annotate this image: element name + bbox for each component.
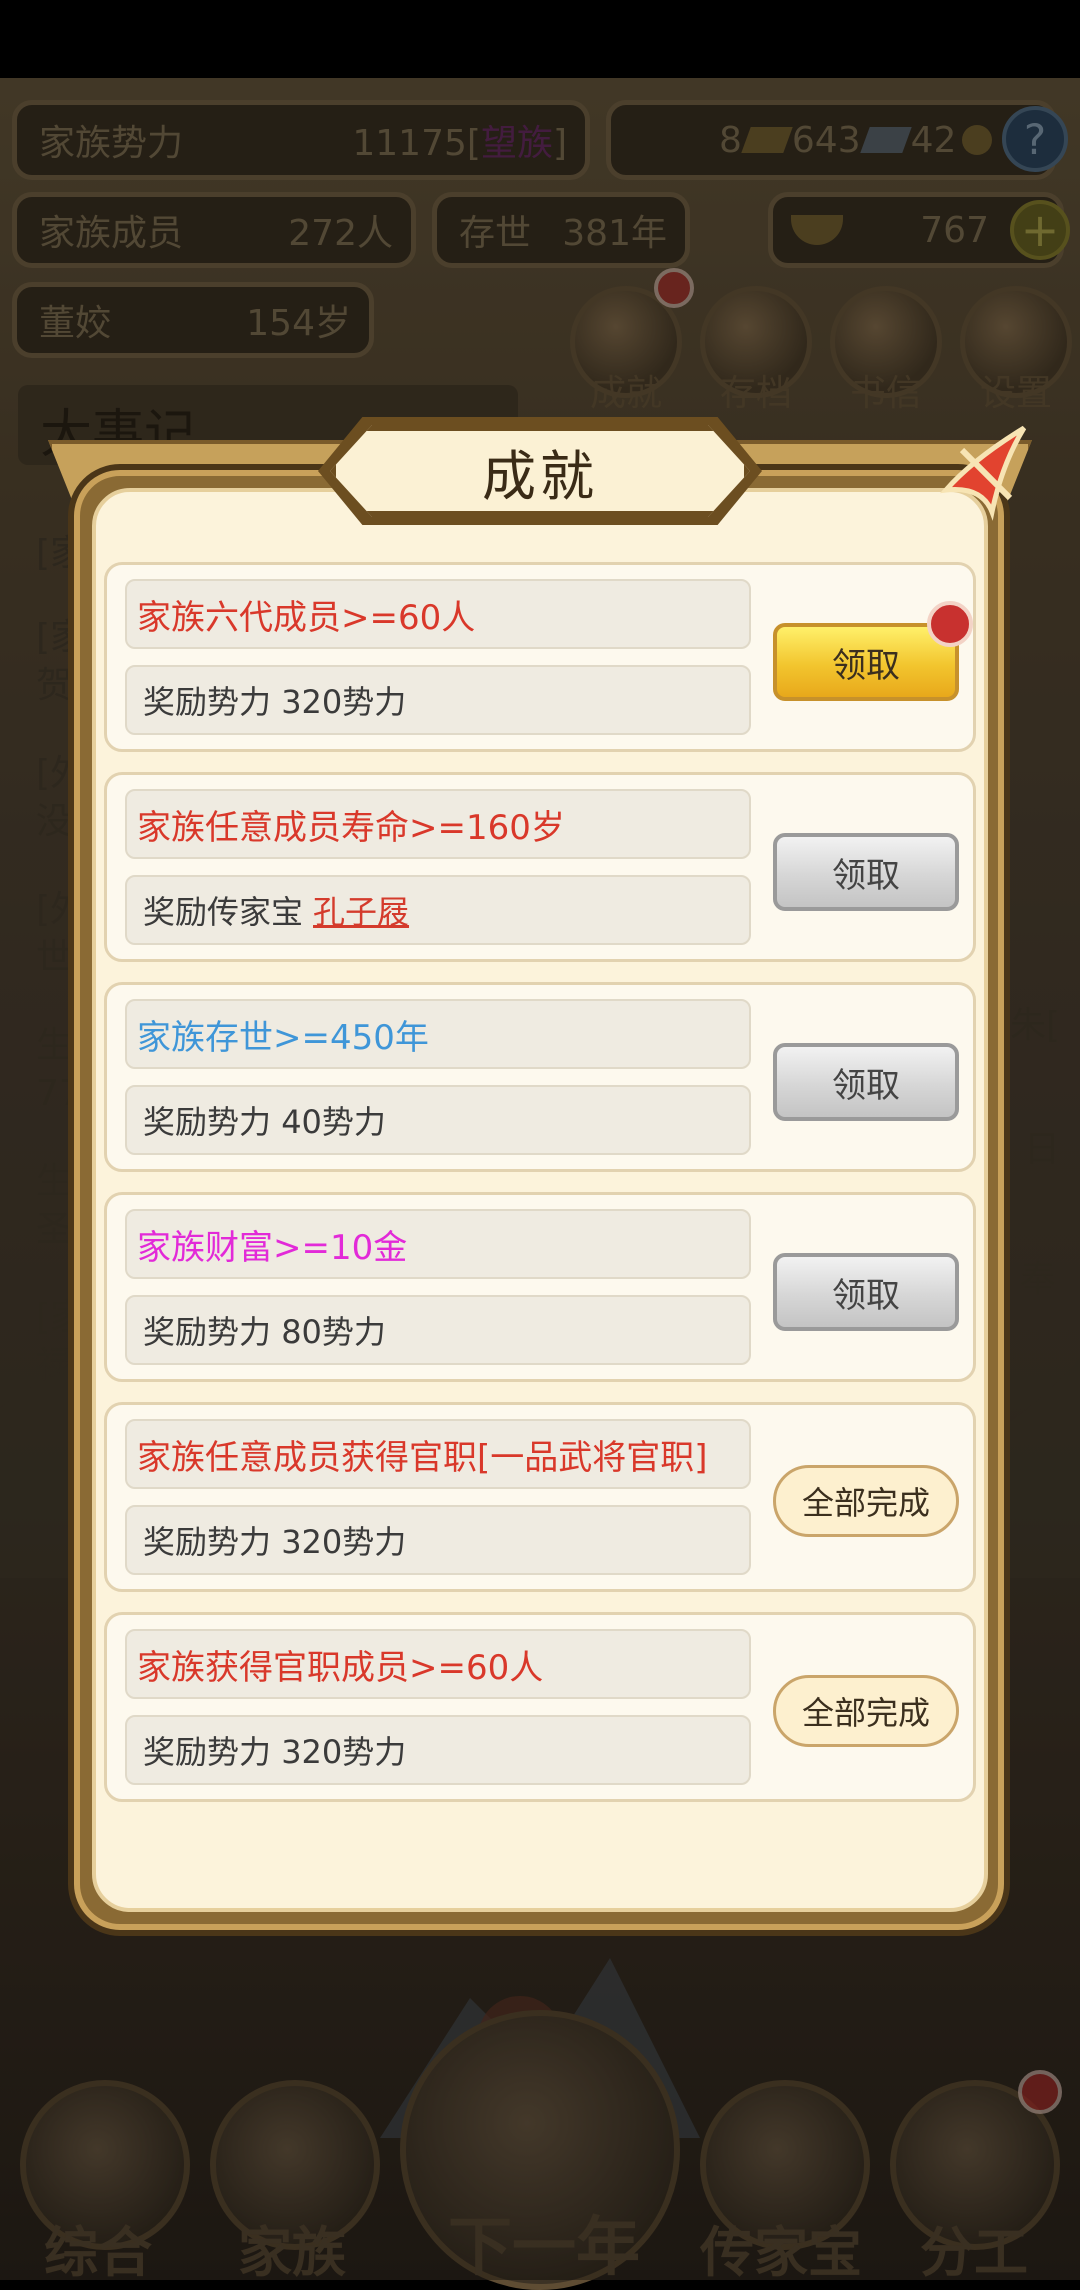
all-complete-badge: 全部完成	[773, 1675, 959, 1747]
all-complete-badge: 全部完成	[773, 1465, 959, 1537]
dialog-title-plate: 成就	[330, 425, 750, 517]
achievement-condition: 家族获得官职成员>=60人	[125, 1629, 751, 1699]
achievement-reward: 奖励势力 40势力	[125, 1085, 751, 1155]
close-button[interactable]	[932, 420, 1036, 524]
achievement-card: 家族六代成员>=60人 奖励势力 320势力 领取	[104, 562, 976, 752]
close-icon	[939, 425, 1027, 521]
reward-value: 320势力	[281, 1523, 407, 1561]
reward-prefix: 奖励势力	[143, 1313, 272, 1351]
achievement-card: 家族任意成员寿命>=160岁 奖励传家宝 孔子屐 领取	[104, 772, 976, 962]
claim-notification-dot	[927, 601, 973, 647]
heirloom-link[interactable]: 孔子屐	[313, 887, 409, 933]
reward-prefix: 奖励势力	[143, 683, 272, 721]
reward-value: 40势力	[281, 1103, 386, 1141]
reward-value: 320势力	[281, 1733, 407, 1771]
reward-value: 80势力	[281, 1313, 386, 1351]
reward-prefix: 奖励传家宝	[143, 893, 304, 931]
achievement-reward: 奖励传家宝 孔子屐	[125, 875, 751, 945]
dialog-title: 成就	[482, 444, 598, 508]
achievement-condition: 家族存世>=450年	[125, 999, 751, 1069]
claim-button[interactable]: 领取	[773, 1043, 959, 1121]
achievement-card: 家族获得官职成员>=60人 奖励势力 320势力 全部完成	[104, 1612, 976, 1802]
claim-button[interactable]: 领取	[773, 1253, 959, 1331]
reward-prefix: 奖励势力	[143, 1733, 272, 1771]
achievement-condition: 家族任意成员获得官职[一品武将官职]	[125, 1419, 751, 1489]
achievement-condition: 家族财富>=10金	[125, 1209, 751, 1279]
reward-value: 320势力	[281, 683, 407, 721]
reward-prefix: 奖励势力	[143, 1523, 272, 1561]
achievement-card: 家族任意成员获得官职[一品武将官职] 奖励势力 320势力 全部完成	[104, 1402, 976, 1592]
claim-button[interactable]: 领取	[773, 833, 959, 911]
achievement-condition: 家族任意成员寿命>=160岁	[125, 789, 751, 859]
achievement-condition: 家族六代成员>=60人	[125, 579, 751, 649]
achievement-reward: 奖励势力 320势力	[125, 1505, 751, 1575]
achievement-reward: 奖励势力 320势力	[125, 1715, 751, 1785]
achievement-card: 家族存世>=450年 奖励势力 40势力 领取	[104, 982, 976, 1172]
achievement-reward: 奖励势力 320势力	[125, 665, 751, 735]
achievement-reward: 奖励势力 80势力	[125, 1295, 751, 1365]
status-bar	[0, 0, 1080, 78]
achievement-card: 家族财富>=10金 奖励势力 80势力 领取	[104, 1192, 976, 1382]
reward-prefix: 奖励势力	[143, 1103, 272, 1141]
